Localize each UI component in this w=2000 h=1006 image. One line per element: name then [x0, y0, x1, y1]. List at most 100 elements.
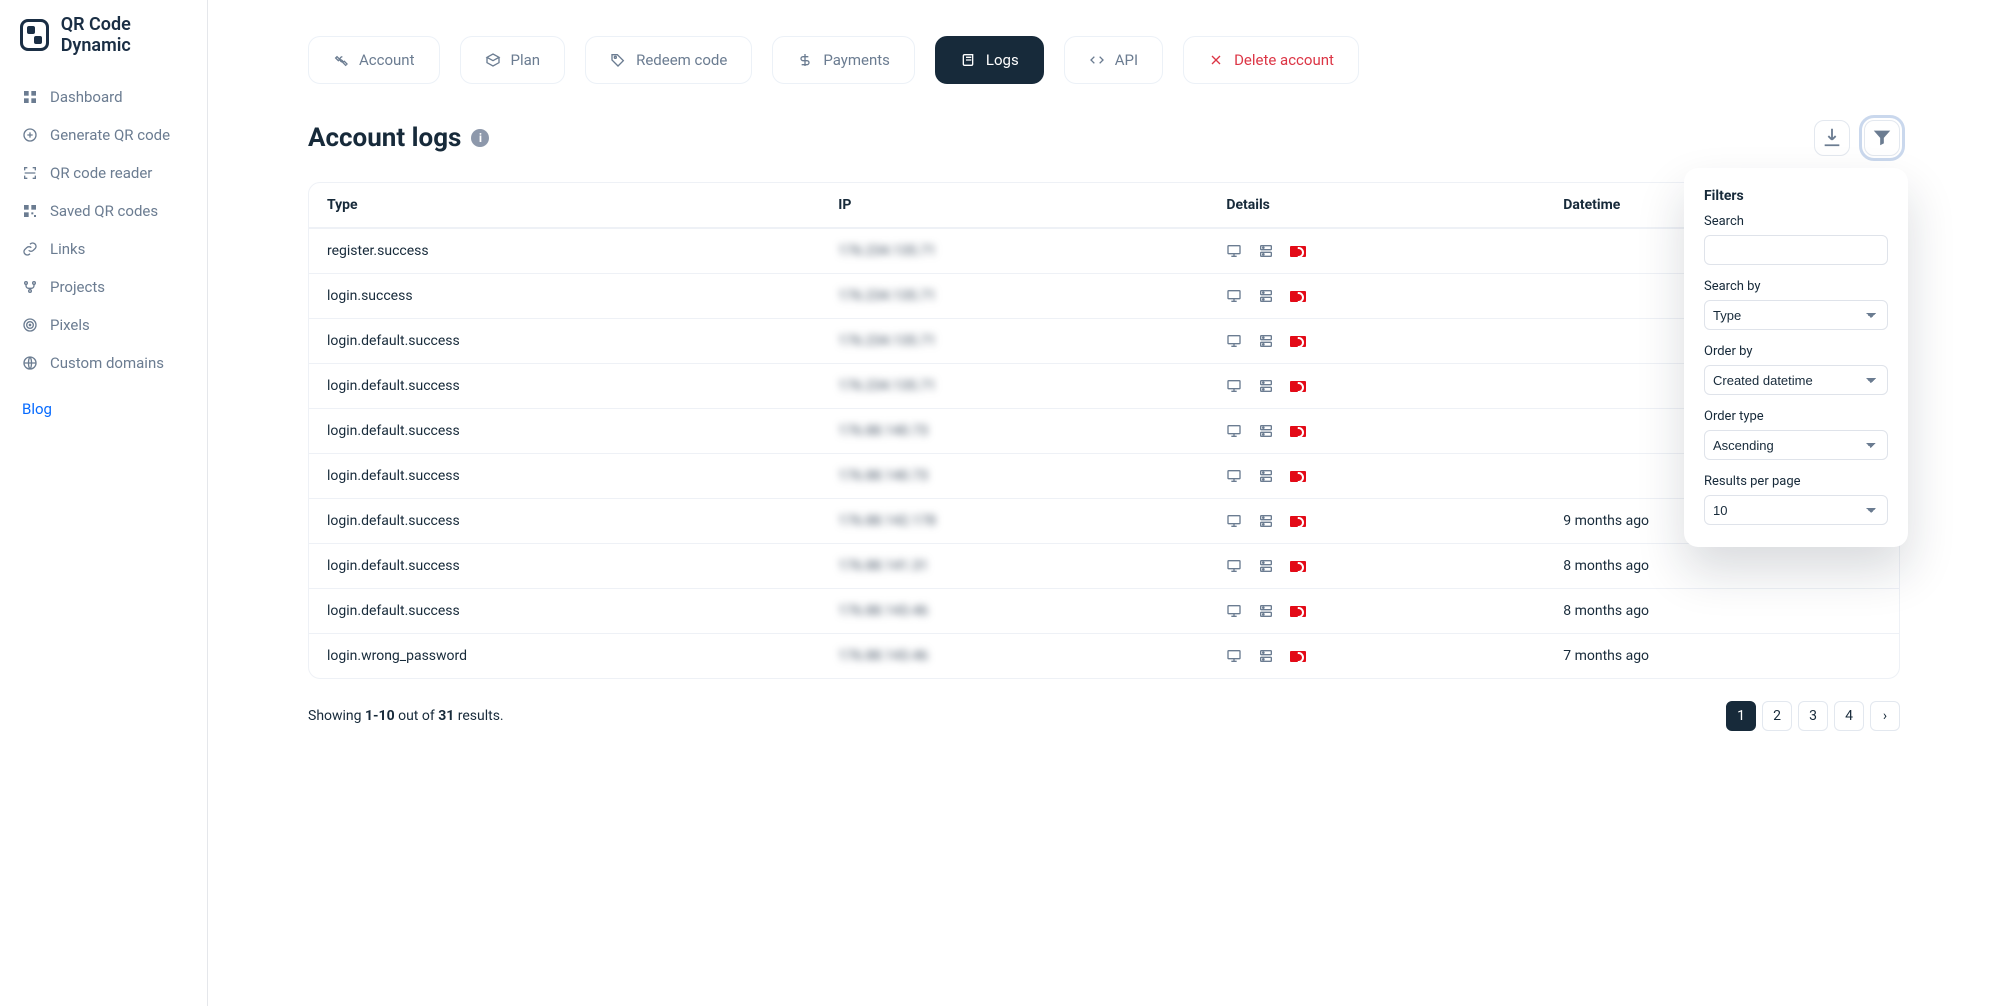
- tab-label: Redeem code: [636, 51, 727, 69]
- desktop-icon[interactable]: [1226, 513, 1242, 529]
- results-summary: Showing 1-10 out of 31 results.: [308, 708, 504, 724]
- tag-icon: [610, 52, 626, 68]
- server-icon[interactable]: [1258, 468, 1274, 484]
- server-icon[interactable]: [1258, 558, 1274, 574]
- desktop-icon[interactable]: [1226, 288, 1242, 304]
- cell-ip: 176.234.135.71: [820, 363, 1208, 408]
- server-icon[interactable]: [1258, 423, 1274, 439]
- filters-searchby-select[interactable]: TypeIP: [1704, 300, 1888, 330]
- flag-tr-icon: [1290, 381, 1306, 392]
- server-icon[interactable]: [1258, 288, 1274, 304]
- desktop-icon[interactable]: [1226, 333, 1242, 349]
- link-icon: [22, 241, 38, 257]
- tab-api[interactable]: API: [1064, 36, 1163, 84]
- table-row: login.default.success176.88.142.1789 mon…: [309, 498, 1899, 543]
- tab-logs[interactable]: Logs: [935, 36, 1044, 84]
- cell-type: login.default.success: [309, 543, 820, 588]
- filters-orderby-select[interactable]: Created datetimeType: [1704, 365, 1888, 395]
- sidebar-item-projects[interactable]: Projects: [0, 268, 207, 306]
- sidebar-item-links[interactable]: Links: [0, 230, 207, 268]
- desktop-icon[interactable]: [1226, 648, 1242, 664]
- filters-rpp-select[interactable]: 102550100: [1704, 495, 1888, 525]
- pager: 1234›: [1726, 701, 1900, 731]
- filters-rpp-label: Results per page: [1704, 474, 1888, 489]
- cell-ip: 176.234.135.71: [820, 318, 1208, 363]
- main: Account Plan Redeem code Payments Logs API Del…: [208, 0, 2000, 1006]
- server-icon[interactable]: [1258, 648, 1274, 664]
- col-ip: IP: [820, 183, 1208, 228]
- download-button[interactable]: [1814, 120, 1850, 156]
- filters-ordertype-select[interactable]: AscendingDescending: [1704, 430, 1888, 460]
- results-total: 31: [438, 708, 454, 724]
- filters-orderby-label: Order by: [1704, 344, 1888, 359]
- flag-tr-icon: [1290, 336, 1306, 347]
- filter-button[interactable]: [1864, 120, 1900, 156]
- cell-details: [1208, 498, 1545, 543]
- page-title-text: Account logs: [308, 123, 461, 153]
- server-icon[interactable]: [1258, 603, 1274, 619]
- sidebar-item-label: Pixels: [50, 316, 90, 334]
- cell-details: [1208, 453, 1545, 498]
- page-titlebar: Account logs i Filters Search: [308, 120, 1900, 156]
- cell-type: login.default.success: [309, 453, 820, 498]
- brand[interactable]: QR Code Dynamic: [0, 0, 207, 70]
- desktop-icon[interactable]: [1226, 423, 1242, 439]
- cell-ip: 176.88.140.73: [820, 408, 1208, 453]
- sidebar-item-dashboard[interactable]: Dashboard: [0, 78, 207, 116]
- bullseye-icon: [22, 317, 38, 333]
- cell-ip: 176.88.142.178: [820, 498, 1208, 543]
- sidebar-item-label: Saved QR codes: [50, 202, 158, 220]
- pager-next[interactable]: ›: [1870, 701, 1900, 731]
- cell-datetime: 8 months ago: [1545, 543, 1899, 588]
- pager-page-3[interactable]: 3: [1798, 701, 1828, 731]
- sidebar-item-custom-domains[interactable]: Custom domains: [0, 344, 207, 382]
- tab-account[interactable]: Account: [308, 36, 440, 84]
- sidebar-item-saved-qr-codes[interactable]: Saved QR codes: [0, 192, 207, 230]
- pager-page-2[interactable]: 2: [1762, 701, 1792, 731]
- sidebar-item-label: Dashboard: [50, 88, 123, 106]
- flag-tr-icon: [1290, 471, 1306, 482]
- sidebar-item-qr-code-reader[interactable]: QR code reader: [0, 154, 207, 192]
- table-row: login.default.success176.88.141.318 mont…: [309, 543, 1899, 588]
- cell-ip: 176.234.135.71: [820, 228, 1208, 273]
- flag-tr-icon: [1290, 291, 1306, 302]
- table-row: login.default.success176.88.140.73: [309, 453, 1899, 498]
- server-icon[interactable]: [1258, 513, 1274, 529]
- desktop-icon[interactable]: [1226, 558, 1242, 574]
- desktop-icon[interactable]: [1226, 468, 1242, 484]
- sidebar: QR Code Dynamic Dashboard Generate QR cod…: [0, 0, 208, 1006]
- info-icon[interactable]: i: [471, 129, 489, 147]
- cell-type: login.default.success: [309, 363, 820, 408]
- branch-icon: [22, 279, 38, 295]
- sidebar-item-generate-qr-code[interactable]: Generate QR code: [0, 116, 207, 154]
- server-icon[interactable]: [1258, 378, 1274, 394]
- tab-delete-account[interactable]: Delete account: [1183, 36, 1359, 84]
- table-footer: Showing 1-10 out of 31 results. 1234›: [308, 701, 1900, 731]
- flag-tr-icon: [1290, 246, 1306, 257]
- desktop-icon[interactable]: [1226, 378, 1242, 394]
- desktop-icon[interactable]: [1226, 243, 1242, 259]
- tab-redeem-code[interactable]: Redeem code: [585, 36, 752, 84]
- cell-details: [1208, 273, 1545, 318]
- table-row: register.success176.234.135.71: [309, 228, 1899, 273]
- filter-icon: [1871, 126, 1893, 151]
- desktop-icon[interactable]: [1226, 603, 1242, 619]
- sidebar-item-pixels[interactable]: Pixels: [0, 306, 207, 344]
- tab-plan[interactable]: Plan: [460, 36, 566, 84]
- cell-details: [1208, 363, 1545, 408]
- tab-payments[interactable]: Payments: [772, 36, 915, 84]
- filters-search-input[interactable]: [1704, 235, 1888, 265]
- pager-page-4[interactable]: 4: [1834, 701, 1864, 731]
- filters-heading: Filters: [1704, 188, 1888, 204]
- x-icon: [1208, 52, 1224, 68]
- server-icon[interactable]: [1258, 243, 1274, 259]
- sidebar-blog-link[interactable]: Blog: [0, 390, 207, 428]
- grid-icon: [22, 89, 38, 105]
- filters-popover: Filters Search Search by TypeIP Order by…: [1684, 168, 1908, 547]
- server-icon[interactable]: [1258, 333, 1274, 349]
- brand-name: QR Code Dynamic: [61, 14, 187, 56]
- pager-page-1[interactable]: 1: [1726, 701, 1756, 731]
- col-type: Type: [309, 183, 820, 228]
- tab-label: Plan: [511, 51, 541, 69]
- tab-label: Delete account: [1234, 51, 1334, 69]
